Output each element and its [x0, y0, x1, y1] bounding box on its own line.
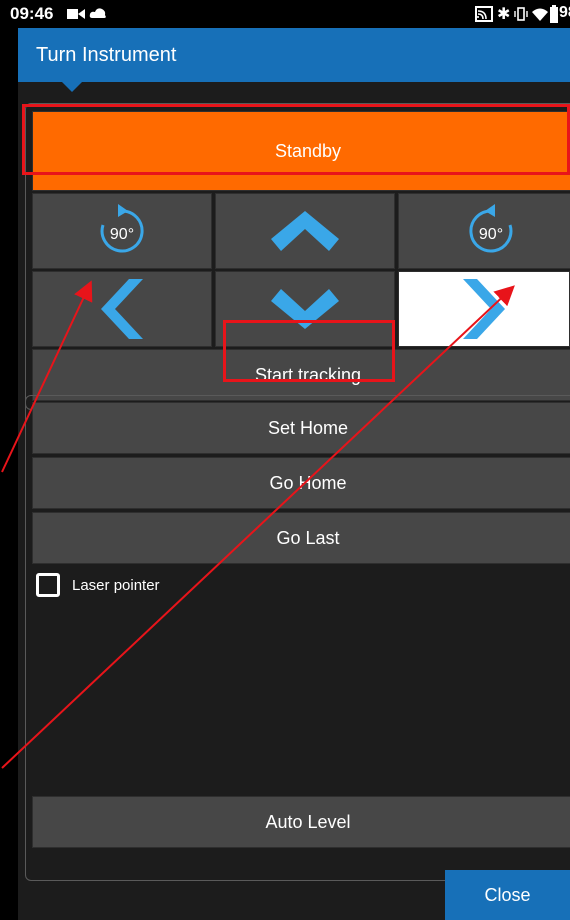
annotation-arrows [1, 280, 515, 769]
annotation-arrow-right [1, 285, 515, 769]
annotation-arrow-left [1, 280, 93, 473]
